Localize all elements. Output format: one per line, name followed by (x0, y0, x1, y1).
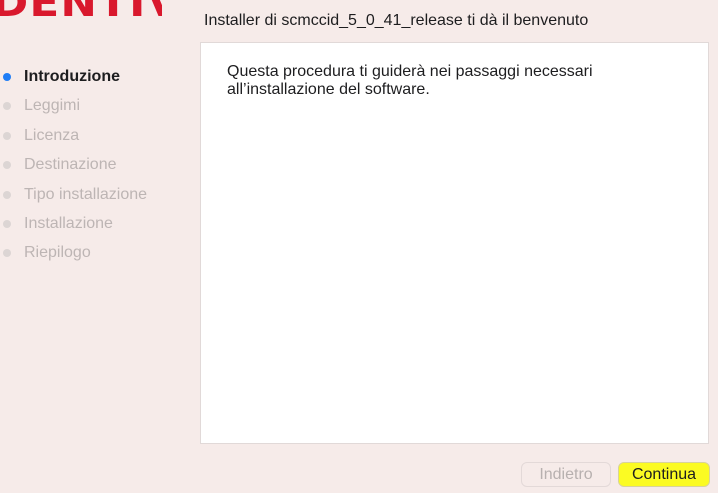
step-label: Installazione (24, 214, 113, 232)
step-dot-icon (3, 102, 11, 111)
logo-text: DENTIV (0, 0, 162, 22)
step-leggimi: Leggimi (0, 91, 147, 120)
step-dot-icon (3, 73, 11, 81)
step-label: Tipo installazione (24, 185, 148, 203)
step-destinazione: Destinazione (0, 150, 147, 179)
step-dot-icon (3, 249, 11, 258)
step-introduzione: Introduzione (0, 62, 147, 91)
step-riepilogo: Riepilogo (0, 238, 147, 267)
step-dot-icon (3, 219, 11, 228)
continue-button[interactable]: Continua (618, 462, 710, 487)
step-dot-icon (3, 131, 11, 140)
step-licenza: Licenza (0, 121, 147, 150)
step-label: Destinazione (24, 156, 117, 174)
installer-steps-list: Introduzione Leggimi Licenza Destinazion… (0, 62, 147, 268)
step-label: Licenza (24, 126, 80, 144)
welcome-message: Questa procedura ti guiderà nei passaggi… (227, 63, 593, 98)
step-label: Riepilogo (24, 244, 91, 262)
step-tipo-installazione: Tipo installazione (0, 180, 147, 209)
window-title: Installer di scmccid_5_0_41_release ti d… (204, 12, 589, 29)
back-button[interactable]: Indietro (521, 462, 611, 487)
step-installazione: Installazione (0, 209, 147, 238)
step-dot-icon (3, 161, 11, 170)
step-label: Leggimi (24, 97, 81, 115)
step-dot-icon (3, 190, 11, 199)
identiv-logo: DENTIV (0, 0, 162, 22)
step-label: Introduzione (24, 68, 120, 85)
content-panel: Questa procedura ti guiderà nei passaggi… (200, 42, 709, 444)
